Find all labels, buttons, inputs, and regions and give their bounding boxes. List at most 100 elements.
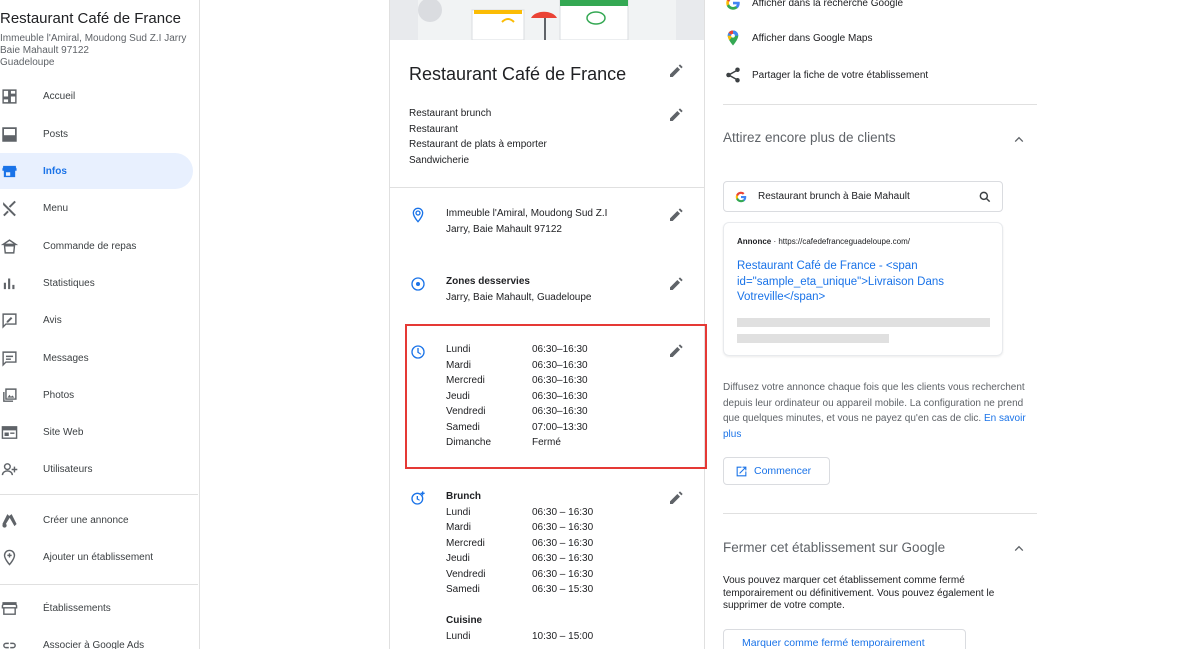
category-list: Restaurant brunch Restaurant Restaurant … <box>409 106 547 168</box>
close-heading: Fermer cet établissement sur Google <box>723 540 946 555</box>
open-external-icon <box>736 466 747 477</box>
category-item: Restaurant brunch <box>409 108 492 119</box>
google-maps-icon <box>723 28 743 48</box>
zones-label: Zones desservies <box>446 276 530 287</box>
ad-preview-search-bar: Restaurant brunch à Baie Mahault <box>723 181 1003 212</box>
share-profile-link[interactable]: Partager la fiche de votre établissement <box>723 63 928 87</box>
cuisine-label: Cuisine <box>446 615 483 626</box>
hours-time: 06:30 – 16:30 <box>532 506 594 518</box>
section-divider <box>723 513 1037 514</box>
hours-day: Vendredi <box>446 568 486 580</box>
more-hours: Brunch Lundi 06:30 – 16:30 Mardi 06:30 – 1… <box>446 489 593 644</box>
sidebar-item-label: Associer à Google Ads <box>43 639 145 649</box>
message-icon <box>0 349 18 367</box>
page-title: Restaurant Café de France <box>409 64 627 84</box>
search-query: Restaurant brunch à Baie Mahault <box>758 191 910 202</box>
sidebar-item-label: Ajouter un établissement <box>43 551 154 563</box>
edit-title-button[interactable] <box>668 63 686 81</box>
sidebar-item-label: Messages <box>43 352 89 364</box>
sidebar-item-posts[interactable]: Posts <box>0 116 193 152</box>
promo-description: Diffusez votre annonce chaque fois que l… <box>723 382 1025 425</box>
posts-icon <box>0 125 18 143</box>
chevron-up-icon <box>1011 135 1027 152</box>
edit-icon <box>668 277 684 296</box>
sidebar-item-label: Infos <box>43 165 67 177</box>
sidebar-item-accueil[interactable]: Accueil <box>0 78 193 114</box>
hours-time: 06:30 – 16:30 <box>532 522 594 533</box>
search-icon <box>978 190 992 204</box>
hours-time: 06:30 – 16:30 <box>532 537 594 549</box>
hours-row: Lundi 06:30 – 16:30 <box>446 505 593 521</box>
ad-placeholder-line <box>737 318 990 327</box>
utensils-icon <box>0 199 18 217</box>
sidebar-item-avis[interactable]: Avis <box>0 302 193 338</box>
hours-day: Mardi <box>446 522 472 533</box>
sidebar-item-utilisateurs[interactable]: Utilisateurs <box>0 451 193 487</box>
mark-temporarily-closed-button[interactable]: Marquer comme fermé temporairement <box>723 629 966 649</box>
action-label: Afficher dans la recherche Google <box>752 0 904 9</box>
hours-day: Samedi <box>446 584 480 595</box>
section-divider <box>390 187 704 188</box>
edit-categories-button[interactable] <box>668 107 686 125</box>
store-icon <box>0 162 18 180</box>
category-item: Restaurant <box>409 123 458 135</box>
section-divider <box>723 104 1037 105</box>
sidebar-item-etablissements[interactable]: Établissements <box>0 590 193 626</box>
dashboard-icon <box>0 87 18 105</box>
edit-icon <box>668 64 684 83</box>
sidebar-item-label: Utilisateurs <box>43 463 93 475</box>
link-icon <box>0 636 18 649</box>
sidebar-item-commande-de-repas[interactable]: Commande de repas <box>0 228 193 264</box>
collapse-promo-button[interactable] <box>1011 132 1027 148</box>
add-user-icon <box>0 460 18 478</box>
category-item: Restaurant de plats à emporter <box>409 139 547 151</box>
start-button[interactable]: Commencer <box>723 457 830 485</box>
edit-zones-button[interactable] <box>668 276 686 294</box>
sidebar-divider <box>0 584 198 585</box>
sidebar-item-messages[interactable]: Messages <box>0 340 193 376</box>
bar-chart-icon <box>0 274 18 292</box>
ad-label: Annonce <box>737 237 772 246</box>
hours-row: Samedi 06:30 – 15:30 <box>446 582 593 598</box>
view-on-maps-link[interactable]: Afficher dans Google Maps <box>723 26 872 50</box>
sidebar: Restaurant Café de France Immeuble l'Ami… <box>0 0 200 649</box>
collapse-close-button[interactable] <box>1011 541 1027 557</box>
sidebar-item-label: Posts <box>43 128 69 140</box>
sidebar-item-statistiques[interactable]: Statistiques <box>0 265 193 301</box>
sidebar-item-creer-annonce[interactable]: Créer une annonce <box>0 502 193 538</box>
sidebar-item-associer-google-ads[interactable]: Associer à Google Ads <box>0 627 193 649</box>
hours-row: Vendredi 06:30 – 16:30 <box>446 567 593 583</box>
hours-time: 10:30 – 15:00 <box>532 630 594 642</box>
service-area: Zones desservies Jarry, Baie Mahault, Gu… <box>446 274 591 305</box>
ad-url: https://cafedefranceguadeloupe.com/ <box>778 237 910 246</box>
edit-more-hours-button[interactable] <box>668 490 686 508</box>
google-ads-icon <box>0 511 18 529</box>
edit-address-button[interactable] <box>668 207 686 225</box>
add-location-icon <box>0 548 18 566</box>
sidebar-item-label: Établissements <box>43 602 111 614</box>
sidebar-item-label: Site Web <box>43 426 84 438</box>
sidebar-item-infos[interactable]: Infos <box>0 153 193 189</box>
location-pin-icon <box>410 207 427 224</box>
hours-time: 06:30 – 15:30 <box>532 584 594 595</box>
sidebar-item-ajouter-etablissement[interactable]: Ajouter un établissement <box>0 539 193 575</box>
close-description: Vous pouvez marquer cet établissement co… <box>723 575 995 612</box>
sidebar-item-site-web[interactable]: Site Web <box>0 414 193 450</box>
sidebar-divider <box>0 494 198 495</box>
google-icon <box>723 0 743 13</box>
sidebar-item-menu[interactable]: Menu <box>0 190 193 226</box>
sidebar-item-label: Menu <box>43 202 69 214</box>
sidebar-item-label: Commande de repas <box>43 240 137 252</box>
ad-meta: Annonce · https://cafedefranceguadeloupe… <box>737 237 910 246</box>
hours-row: Jeudi 06:30 – 16:30 <box>446 551 593 567</box>
sidebar-item-label: Avis <box>43 314 62 326</box>
brunch-label: Brunch <box>446 491 481 502</box>
promo-text: Diffusez votre annonce chaque fois que l… <box>723 380 1033 443</box>
mark-closed-label: Marquer comme fermé temporairement <box>742 637 925 649</box>
address-text: Immeuble l'Amiral, Moudong Sud Z.I Jarry… <box>446 206 607 237</box>
sidebar-item-photos[interactable]: Photos <box>0 377 193 413</box>
review-icon <box>0 311 18 329</box>
sidebar-item-label: Accueil <box>43 90 76 102</box>
edit-icon <box>668 108 684 127</box>
view-on-search-link[interactable]: Afficher dans la recherche Google <box>723 0 903 15</box>
